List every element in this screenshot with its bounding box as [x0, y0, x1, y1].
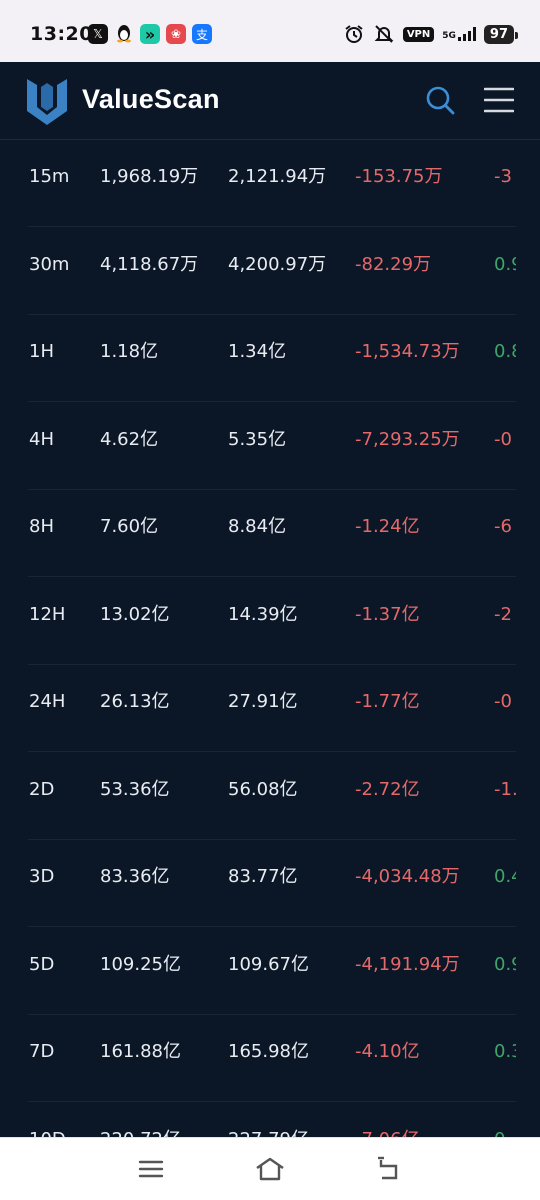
- search-icon[interactable]: [425, 85, 455, 115]
- outflow-cell: 5.35亿: [228, 428, 287, 450]
- change-cell: 0.3: [494, 1041, 516, 1062]
- inflow-cell: 4,118.67万: [100, 253, 199, 275]
- inflow-cell: 13.02亿: [100, 603, 170, 625]
- inflow-cell: 4.62亿: [100, 428, 159, 450]
- outflow-cell: 56.08亿: [228, 778, 298, 800]
- table-row[interactable]: 5D 109.25亿 109.67亿 -4,191.94万 0.9: [0, 928, 540, 1015]
- table-row[interactable]: 4H 4.62亿 5.35亿 -7,293.25万 -0: [0, 403, 540, 490]
- table-row[interactable]: 3D 83.36亿 83.77亿 -4,034.48万 0.4: [0, 840, 540, 927]
- inflow-cell: 26.13亿: [100, 691, 170, 712]
- inflow-cell: 1,968.19万: [100, 166, 199, 187]
- change-cell: 0.9: [494, 253, 516, 275]
- period-cell: 3D: [29, 866, 55, 887]
- notification-app-icons: 𝕏 » ❀ 支: [88, 24, 212, 44]
- forward-app-icon: »: [140, 24, 160, 44]
- inflow-cell: 7.60亿: [100, 516, 159, 537]
- period-cell: 15m: [29, 166, 70, 187]
- outflow-cell: 165.98亿: [228, 1041, 309, 1062]
- inflow-cell: 220.72亿: [100, 1103, 181, 1138]
- inflow-cell: 161.88亿: [100, 1041, 181, 1062]
- net-flow-cell: -4,034.48万: [355, 866, 460, 887]
- outflow-cell: 8.84亿: [228, 516, 287, 537]
- alipay-app-icon: 支: [192, 24, 212, 44]
- period-cell: 2D: [29, 778, 55, 800]
- table-row[interactable]: 30m 4,118.67万 4,200.97万 -82.29万 0.9: [0, 228, 540, 315]
- table-row[interactable]: 12H 13.02亿 14.39亿 -1.37亿 -2: [0, 578, 540, 665]
- net-flow-cell: -7,293.25万: [355, 428, 460, 450]
- period-cell: 30m: [29, 253, 70, 275]
- valuescan-logo-icon[interactable]: [27, 77, 67, 125]
- outflow-cell: 2,121.94万: [228, 166, 327, 187]
- outflow-cell: 109.67亿: [228, 953, 309, 975]
- alarm-icon: [343, 23, 365, 45]
- period-cell: 7D: [29, 1041, 55, 1062]
- x-app-icon: 𝕏: [88, 24, 108, 44]
- brand-name[interactable]: ValueScan: [82, 84, 220, 115]
- net-flow-cell: -4,191.94万: [355, 953, 460, 975]
- inflow-cell: 53.36亿: [100, 778, 170, 800]
- table-row[interactable]: 7D 161.88亿 165.98亿 -4.10亿 0.3: [0, 1015, 540, 1102]
- table-row[interactable]: 1H 1.18亿 1.34亿 -1,534.73万 0.8: [0, 315, 540, 402]
- change-cell: -6: [494, 516, 512, 537]
- system-nav-bar: [0, 1137, 540, 1200]
- net-flow-cell: -2.72亿: [355, 778, 420, 800]
- change-cell: -0: [494, 428, 512, 450]
- change-cell: -3: [494, 166, 512, 187]
- net-flow-cell: -1.37亿: [355, 603, 420, 625]
- change-cell: 0: [494, 1103, 516, 1138]
- hamburger-menu-icon[interactable]: [483, 86, 515, 114]
- nav-home-icon[interactable]: [255, 1154, 285, 1184]
- period-cell: 5D: [29, 953, 55, 975]
- change-cell: -1.: [494, 778, 516, 800]
- change-cell: 0.8: [494, 341, 516, 362]
- net-flow-cell: -7.06亿: [355, 1103, 420, 1138]
- net-flow-cell: -1.24亿: [355, 516, 420, 537]
- period-cell: 4H: [29, 428, 54, 450]
- change-cell: -0: [494, 691, 512, 712]
- mute-icon: [373, 23, 395, 45]
- period-cell: 24H: [29, 691, 66, 712]
- game-app-icon: ❀: [166, 24, 186, 44]
- table-row[interactable]: 2D 53.36亿 56.08亿 -2.72亿 -1.: [0, 753, 540, 840]
- table-row[interactable]: 24H 26.13亿 27.91亿 -1.77亿 -0: [0, 665, 540, 752]
- net-flow-cell: -1,534.73万: [355, 341, 460, 362]
- net-flow-cell: -4.10亿: [355, 1041, 420, 1062]
- battery-indicator: 97: [483, 24, 519, 44]
- outflow-cell: 1.34亿: [228, 341, 287, 362]
- inflow-cell: 83.36亿: [100, 866, 170, 887]
- outflow-cell: 83.77亿: [228, 866, 298, 887]
- outflow-cell: 27.91亿: [228, 691, 298, 712]
- change-cell: -2: [494, 603, 512, 625]
- change-cell: 0.9: [494, 953, 516, 975]
- vpn-badge: VPN: [402, 26, 435, 42]
- net-flow-cell: -82.29万: [355, 253, 432, 275]
- outflow-cell: 4,200.97万: [228, 253, 327, 275]
- period-cell: 12H: [29, 603, 66, 625]
- table-row[interactable]: 15m 1,968.19万 2,121.94万 -153.75万 -3: [0, 140, 540, 227]
- net-flow-cell: -153.75万: [355, 166, 443, 187]
- period-cell: 10D: [29, 1103, 66, 1138]
- qq-app-icon: [114, 24, 134, 44]
- table-row[interactable]: 10D 220.72亿 227.79亿 -7.06亿 0: [0, 1103, 540, 1138]
- nav-back-icon[interactable]: [374, 1154, 404, 1184]
- inflow-cell: 1.18亿: [100, 341, 159, 362]
- status-bar: 13:20 𝕏 » ❀ 支 VPN 5G 97: [0, 0, 540, 62]
- period-cell: 8H: [29, 516, 54, 537]
- app-header: ValueScan: [0, 62, 540, 140]
- table-row[interactable]: 8H 7.60亿 8.84亿 -1.24亿 -6: [0, 490, 540, 577]
- outflow-cell: 227.79亿: [228, 1103, 309, 1138]
- outflow-cell: 14.39亿: [228, 603, 298, 625]
- nav-menu-icon[interactable]: [136, 1154, 166, 1184]
- status-time: 13:20: [30, 23, 93, 45]
- net-flow-cell: -1.77亿: [355, 691, 420, 712]
- period-cell: 1H: [29, 341, 54, 362]
- inflow-cell: 109.25亿: [100, 953, 181, 975]
- change-cell: 0.4: [494, 866, 516, 887]
- signal-icon: 5G: [442, 27, 476, 41]
- fund-flow-table[interactable]: 15m 1,968.19万 2,121.94万 -153.75万 -3 30m 4,118.…: [0, 140, 540, 1137]
